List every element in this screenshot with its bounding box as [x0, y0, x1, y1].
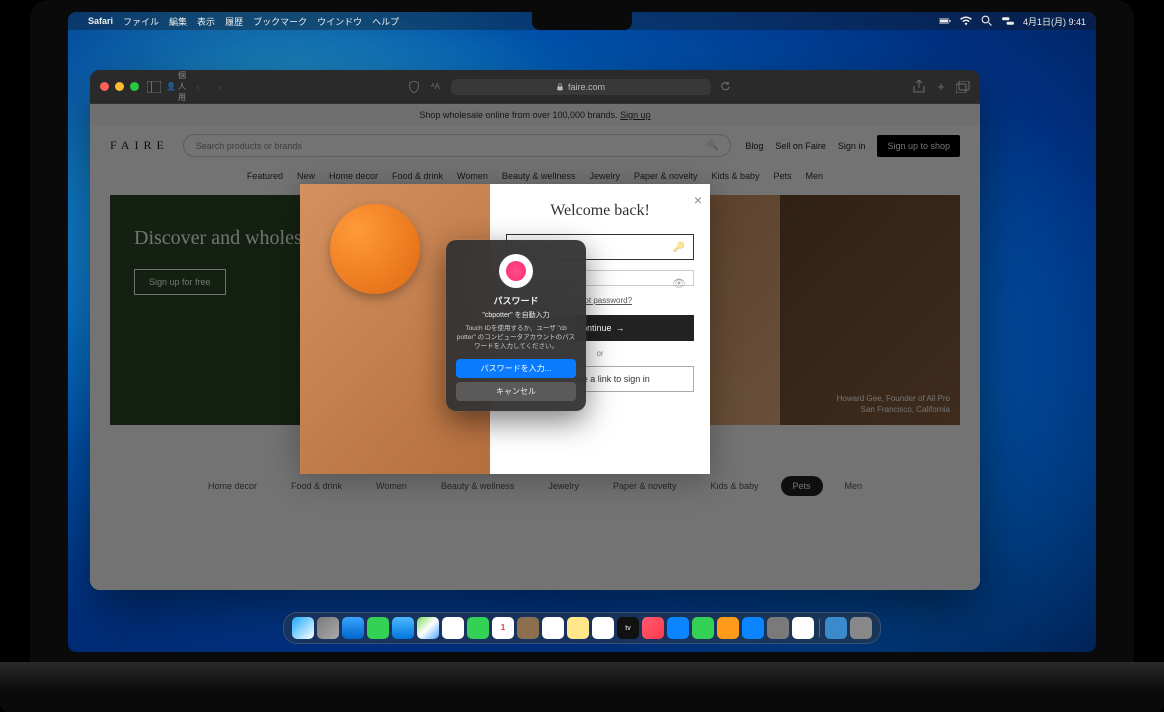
dock-downloads[interactable] [825, 617, 847, 639]
dock-iphone-mirroring[interactable] [792, 617, 814, 639]
dock-numbers[interactable] [692, 617, 714, 639]
dock-appstore[interactable] [742, 617, 764, 639]
minimize-window-button[interactable] [115, 82, 124, 91]
menubar-file[interactable]: ファイル [123, 15, 159, 28]
dock-tv[interactable]: tv [617, 617, 639, 639]
dock-facetime[interactable] [467, 617, 489, 639]
dock-calendar[interactable]: 1 [492, 617, 514, 639]
menubar-view[interactable]: 表示 [197, 15, 215, 28]
dock-safari[interactable] [342, 617, 364, 639]
dock-photos[interactable] [442, 617, 464, 639]
menubar-window[interactable]: ウインドウ [317, 15, 362, 28]
dock-pages[interactable] [717, 617, 739, 639]
tabs-overview-icon[interactable] [956, 80, 970, 94]
menubar-app-name[interactable]: Safari [88, 16, 113, 26]
menubar-edit[interactable]: 編集 [169, 15, 187, 28]
menubar-help[interactable]: ヘルプ [372, 15, 399, 28]
add-tab-icon[interactable]: + [934, 80, 948, 94]
lock-icon [556, 83, 564, 91]
wifi-icon[interactable] [960, 15, 972, 27]
menubar-datetime[interactable]: 4月1日(月) 9:41 [1023, 15, 1086, 28]
text-size-icon[interactable]: ᴬA [429, 80, 443, 94]
traffic-lights [100, 82, 139, 91]
back-button[interactable]: ‹ [191, 80, 205, 94]
enter-password-button[interactable]: パスワードを入力... [456, 359, 576, 378]
close-icon[interactable]: × [694, 192, 702, 208]
login-title: Welcome back! [506, 202, 694, 220]
dock-contacts[interactable] [517, 617, 539, 639]
system-password-dialog: パスワード "cbpotter" を自動入力 Touch IDを使用するか、ユー… [446, 240, 586, 411]
dock-finder[interactable] [292, 617, 314, 639]
menubar-bookmarks[interactable]: ブックマーク [253, 15, 307, 28]
safari-toolbar: 👤 個人用 ‹ › ᴬA faire.com + [90, 70, 980, 104]
control-center-icon[interactable] [1002, 15, 1014, 27]
forward-button[interactable]: › [213, 80, 227, 94]
cancel-button[interactable]: キャンセル [456, 382, 576, 401]
dialog-title: パスワード [456, 294, 576, 307]
spotlight-icon[interactable] [981, 15, 993, 27]
sidebar-icon[interactable] [147, 80, 161, 94]
share-icon[interactable] [912, 80, 926, 94]
dock-reminders[interactable] [542, 617, 564, 639]
url-bar[interactable]: faire.com [451, 79, 711, 95]
dock-trash[interactable] [850, 617, 872, 639]
dock: 1 tv [283, 612, 881, 644]
close-window-button[interactable] [100, 82, 109, 91]
laptop-base [0, 662, 1164, 712]
show-password-icon[interactable]: 👁 [672, 277, 686, 290]
arrow-right-icon: → [616, 323, 625, 333]
menubar-history[interactable]: 履歴 [225, 15, 243, 28]
touchid-icon [499, 254, 533, 288]
dialog-subtitle: "cbpotter" を自動入力 [456, 310, 576, 320]
reload-icon[interactable] [719, 80, 733, 94]
dock-mail[interactable] [392, 617, 414, 639]
dock-settings[interactable] [767, 617, 789, 639]
dock-freeform[interactable] [592, 617, 614, 639]
fullscreen-window-button[interactable] [130, 82, 139, 91]
dock-music[interactable] [642, 617, 664, 639]
battery-icon[interactable] [939, 15, 951, 27]
passkey-icon[interactable]: 🔑 [673, 242, 685, 253]
dock-messages[interactable] [367, 617, 389, 639]
url-text: faire.com [568, 82, 605, 92]
dock-launchpad[interactable] [317, 617, 339, 639]
shield-icon[interactable] [407, 80, 421, 94]
dock-keynote[interactable] [667, 617, 689, 639]
dock-separator [819, 619, 820, 637]
laptop-notch [532, 12, 632, 30]
dock-maps[interactable] [417, 617, 439, 639]
dialog-description: Touch IDを使用するか、ユーザ "cb potter" のコンピュータアカ… [456, 324, 576, 351]
dock-notes[interactable] [567, 617, 589, 639]
profile-indicator[interactable]: 👤 個人用 [169, 80, 183, 94]
